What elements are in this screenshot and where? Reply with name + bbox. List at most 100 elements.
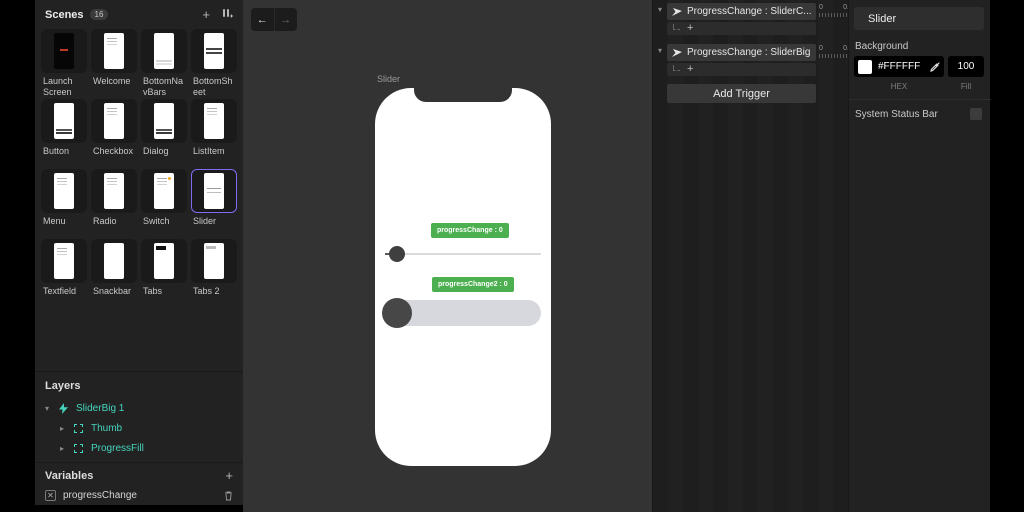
scene-label: Radio [93,216,117,226]
frame-icon [74,423,88,433]
scene-item-bottomnavbars[interactable]: BottomNavBars [141,29,187,99]
history-nav: ← → [251,8,297,31]
scenes-count-badge: 16 [89,9,109,20]
scene-label: Tabs 2 [193,286,220,296]
scene-item-slider[interactable]: Slider [191,169,237,239]
indent-corner-icon [673,24,680,30]
add-trigger-button[interactable]: Add Trigger [667,84,816,103]
scene-item-welcome[interactable]: Welcome [91,29,137,99]
add-variable-icon[interactable]: + [225,469,233,482]
back-arrow-icon: ← [256,13,268,26]
trigger-card-progresschange-sliderbig[interactable]: ProgressChange : SliderBig [667,44,816,61]
big-slider-thumb[interactable] [382,298,412,328]
expand-caret-icon[interactable]: ▸ [60,424,74,433]
scene-thumb-preview [154,243,174,279]
scene-thumb-preview [54,33,74,69]
variable-item-progresschange[interactable]: ✕ progressChange [45,490,233,501]
device-notch [414,88,512,102]
color-swatch[interactable] [858,59,872,74]
add-response-icon[interactable]: + [687,23,693,34]
scene-item-menu[interactable]: Menu [41,169,87,239]
scene-item-switch[interactable]: Switch [141,169,187,239]
scene-thumbnail [91,239,137,283]
scene-label: BottomSheet [193,76,233,97]
properties-panel: Slider Background #FFFFFF 100 HEX Fill S… [848,0,991,512]
add-response-icon[interactable]: + [687,64,693,75]
trigger-card-progresschange-sliderc[interactable]: ProgressChange : SliderC... [667,3,816,20]
scene-thumb-preview [154,173,174,209]
scene-thumb-preview [154,33,174,69]
variable-type-icon: ✕ [45,490,56,501]
variable-badge-bottom: progressChange2 : 0 [432,277,514,292]
scene-item-tabs-2[interactable]: Tabs 2 [191,239,237,309]
scene-thumb-preview [204,243,224,279]
trigger-response-row[interactable]: + [667,22,816,35]
status-bar-checkbox[interactable] [970,108,982,120]
ruler-start-label: 0 [819,4,823,11]
eyedropper-icon[interactable] [930,61,940,72]
frame-icon [74,443,88,453]
collapse-caret-icon[interactable]: ▾ [45,404,59,413]
scene-thumbnail [41,169,87,213]
scene-item-button[interactable]: Button [41,99,87,169]
app-window: Scenes 16 + Launch Screen Welcome Bottom… [0,0,1024,512]
scene-item-listitem[interactable]: ListItem [191,99,237,169]
scene-label: Menu [43,216,66,226]
forward-button[interactable]: → [275,8,298,31]
timeline-ruler: 0 0. [819,45,849,58]
slider-thumb[interactable] [389,246,405,262]
scene-item-tabs[interactable]: Tabs [141,239,187,309]
scene-thumbnail [141,169,187,213]
scene-item-bottomsheet[interactable]: BottomSheet [191,29,237,99]
left-sidebar: Scenes 16 + Launch Screen Welcome Bottom… [35,0,243,512]
variable-badge-top: progressChange : 0 [431,223,509,238]
scene-title-field[interactable]: Slider [854,7,984,30]
scene-label: ListItem [193,146,225,156]
scene-item-launch-screen[interactable]: Launch Screen [41,29,87,99]
divider [849,99,991,100]
scene-item-radio[interactable]: Radio [91,169,137,239]
scene-item-snackbar[interactable]: Snackbar [91,239,137,309]
trigger-collapse-icon[interactable]: ▾ [658,46,662,55]
back-button[interactable]: ← [251,8,275,31]
background-color-input[interactable]: #FFFFFF [854,56,944,77]
scene-name-label[interactable]: Slider [377,74,400,84]
delete-variable-icon[interactable] [224,491,233,501]
scene-thumb-preview [54,243,74,279]
scene-label: Checkbox [93,146,134,156]
trigger-collapse-icon[interactable]: ▾ [658,5,662,14]
expand-caret-icon[interactable]: ▸ [60,444,74,453]
scene-thumb-preview [54,173,74,209]
trigger-response-row[interactable]: + [667,63,816,76]
scene-label: Slider [193,216,217,226]
add-scene-icon[interactable]: + [202,8,210,21]
variables-title: Variables [45,469,94,482]
layers-panel: Layers ▾ SliderBig 1 ▸ Thumb ▸ ProgressF… [35,372,243,462]
layers-title: Layers [45,380,81,392]
scene-thumb-preview [204,103,224,139]
scene-label: Button [43,146,70,156]
scene-item-checkbox[interactable]: Checkbox [91,99,137,169]
fill-caption: Fill [960,82,972,91]
hex-value[interactable]: #FFFFFF [878,61,930,72]
scene-thumbnail [141,239,187,283]
slider-track[interactable] [385,253,541,255]
layer-item-sliderbig-1[interactable]: ▾ SliderBig 1 [45,398,233,418]
layer-item-thumb[interactable]: ▸ Thumb [45,418,233,438]
scene-thumbnail [191,29,237,73]
fill-opacity-input[interactable]: 100 [948,56,984,77]
trigger-label: ProgressChange : SliderC... [687,6,811,17]
layer-name: ProgressFill [91,442,144,454]
layer-item-progressfill[interactable]: ▸ ProgressFill [45,438,233,458]
scene-item-dialog[interactable]: Dialog [141,99,187,169]
triggers-panel: ▾ ProgressChange : SliderC... + 0 0. ▾ P… [652,0,849,512]
scenes-panel: Scenes 16 + Launch Screen Welcome Bottom… [35,0,243,372]
trigger-label: ProgressChange : SliderBig [687,47,811,58]
canvas-area[interactable]: ← → Slider progressChange : 0 progressCh… [243,0,652,512]
scene-label: Dialog [143,146,169,156]
variable-name: progressChange [63,490,137,501]
device-mockup[interactable]: progressChange : 0 progressChange2 : 0 [375,88,551,466]
scene-layout-icon[interactable] [222,8,233,21]
scene-item-textfield[interactable]: Textfield [41,239,87,309]
scene-thumbnail [91,99,137,143]
